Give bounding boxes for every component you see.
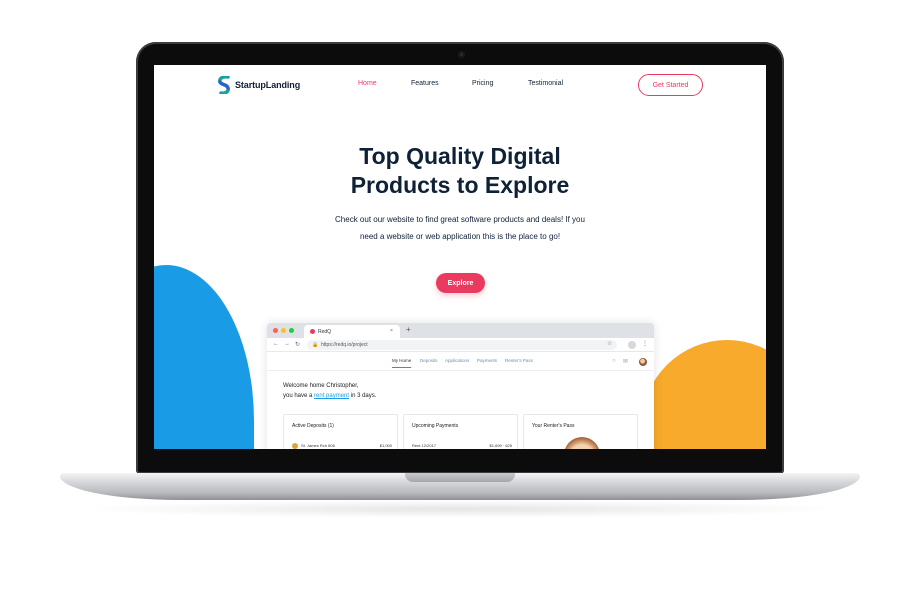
hero-title-line-1: Top Quality Digital: [359, 143, 561, 169]
decorative-yellow-blob: [642, 340, 766, 449]
get-started-button[interactable]: Get Started: [638, 74, 703, 96]
hero-title-line-2: Products to Explore: [350, 172, 570, 198]
browser-mockup: RedQ × + ← → ↻ https://redq.io/project 🔒…: [267, 323, 654, 449]
upcoming-payments-card[interactable]: Upcoming Payments Rent 12/2017 $1,699 · …: [403, 414, 518, 449]
hero-description: Check out our website to find great soft…: [335, 215, 585, 241]
card-title: Your Renter's Pass: [532, 423, 575, 429]
top-navigation: StartupLanding Home Features Pricing Tes…: [154, 65, 766, 107]
app-navigation: My Home Deposits Applications Payments R…: [267, 353, 654, 371]
messages-icon[interactable]: ✉: [623, 358, 628, 365]
welcome-reminder-prefix: you have a: [283, 393, 315, 399]
welcome-greeting: Welcome home Christopher,: [283, 383, 359, 389]
app-tab-renters-pass[interactable]: Renter's Pass: [505, 358, 533, 363]
active-deposits-card[interactable]: Active Deposits (1) St. James Rch 806 $1…: [283, 414, 398, 449]
address-bar[interactable]: https://redq.io/project: [307, 340, 617, 350]
welcome-reminder: you have a rent payment in 3 days.: [283, 391, 376, 401]
payment-row: Rent 12/2017 $1,699 · 625: [412, 443, 512, 448]
app-tab-deposits[interactable]: Deposits: [420, 358, 438, 363]
deposit-property: St. James Rch 806: [301, 443, 335, 449]
brand-logo[interactable]: StartupLanding: [218, 76, 300, 94]
welcome-message: Welcome home Christopher, you have a ren…: [283, 381, 376, 401]
nav-link-home[interactable]: Home: [358, 80, 377, 87]
renters-pass-card[interactable]: Your Renter's Pass: [523, 414, 638, 449]
explore-button[interactable]: Explore: [436, 273, 485, 293]
payment-label: Rent 12/2017: [412, 443, 437, 448]
payment-amount: $1,699 · 625: [489, 443, 512, 448]
camera-icon: [458, 51, 465, 58]
app-tab-applications[interactable]: Applications: [445, 358, 469, 363]
nav-link-pricing[interactable]: Pricing: [472, 80, 493, 87]
lock-icon: 🔒: [312, 342, 319, 348]
nav-link-features[interactable]: Features: [411, 80, 439, 87]
notification-bell-icon[interactable]: ○: [612, 358, 616, 364]
brand-name: StartupLanding: [235, 80, 301, 90]
tab-close-icon[interactable]: ×: [390, 328, 393, 334]
renter-photo: [564, 437, 600, 449]
card-title: Upcoming Payments: [412, 423, 459, 429]
browser-toolbar: ← → ↻ https://redq.io/project 🔒 ☆ ⋮: [267, 338, 654, 352]
close-dot-icon[interactable]: [273, 328, 278, 333]
browser-menu-icon[interactable]: ⋮: [642, 340, 648, 347]
redq-favicon-icon: [310, 329, 315, 334]
maximize-dot-icon[interactable]: [289, 328, 294, 333]
laptop-hinge-notch: [405, 473, 515, 482]
browser-tab-title: RedQ: [318, 328, 332, 335]
deposit-amount: $1,000: [379, 443, 392, 448]
profile-icon[interactable]: [628, 341, 636, 349]
user-avatar[interactable]: [639, 358, 647, 366]
decorative-blue-blob: [154, 265, 254, 449]
app-tab-payments[interactable]: Payments: [477, 358, 497, 363]
logo-icon: [218, 76, 230, 94]
browser-tab-strip: RedQ × +: [267, 323, 654, 338]
app-tab-my-home[interactable]: My Home: [392, 358, 412, 368]
forward-arrow-icon[interactable]: →: [284, 341, 290, 347]
card-title: Active Deposits (1): [292, 423, 334, 429]
reload-icon[interactable]: ↻: [295, 341, 300, 348]
bookmark-star-icon[interactable]: ☆: [607, 340, 612, 347]
hero-title: Top Quality Digital Products to Explore: [154, 142, 766, 200]
laptop-shadow: [70, 500, 850, 518]
deposit-row: St. James Rch 806 $1,000: [292, 443, 392, 449]
new-tab-icon[interactable]: +: [406, 325, 411, 334]
laptop-screen: StartupLanding Home Features Pricing Tes…: [154, 65, 766, 449]
nav-link-testimonial[interactable]: Testimonial: [528, 80, 563, 87]
minimize-dot-icon[interactable]: [281, 328, 286, 333]
browser-tab[interactable]: RedQ ×: [304, 325, 400, 338]
welcome-reminder-suffix: in 3 days.: [349, 393, 377, 399]
back-arrow-icon[interactable]: ←: [273, 341, 279, 347]
rent-payment-link[interactable]: rent payment: [314, 393, 349, 399]
property-thumbnail-icon: [292, 443, 298, 449]
